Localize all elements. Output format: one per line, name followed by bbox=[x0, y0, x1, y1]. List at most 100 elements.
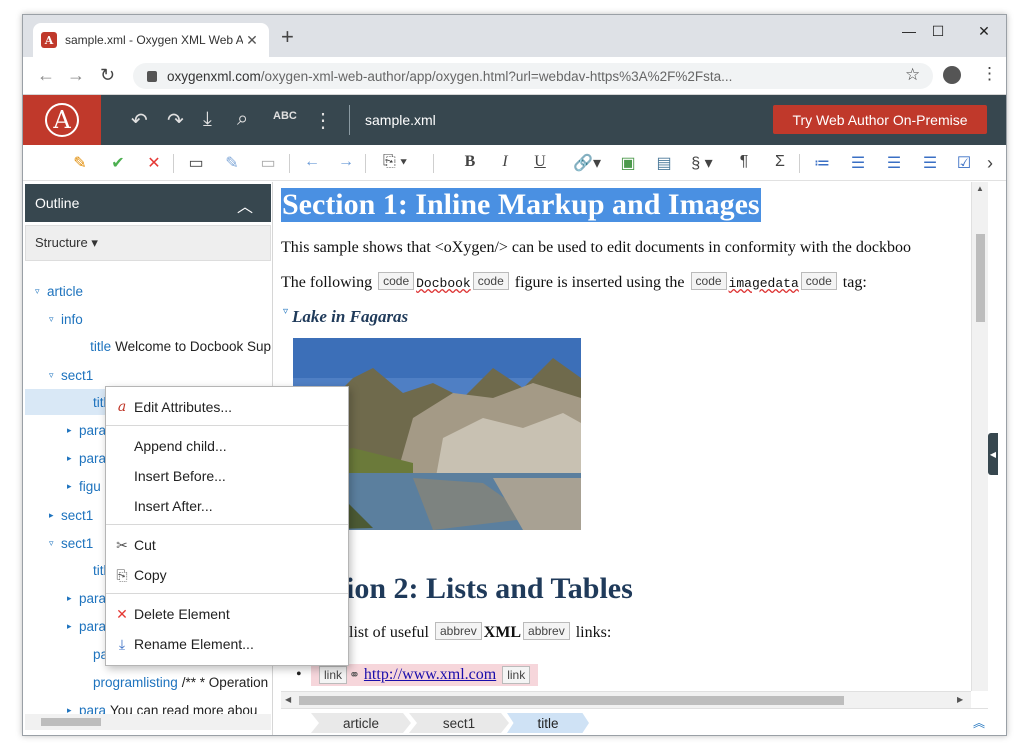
new-tab-icon[interactable]: + bbox=[281, 26, 294, 48]
expand-arrow-icon[interactable]: ▸ bbox=[67, 425, 79, 436]
reject-change-icon[interactable]: ✕ bbox=[143, 153, 165, 173]
track-changes-icon[interactable]: ✎ bbox=[69, 153, 91, 173]
insert-section-button[interactable]: § ▾ bbox=[687, 153, 717, 173]
edit-comment-icon[interactable]: ✎ bbox=[221, 153, 243, 173]
try-on-premise-button[interactable]: Try Web Author On-Premise bbox=[773, 105, 987, 134]
paragraph-intro[interactable]: This sample shows that <oXygen/> can be … bbox=[281, 239, 911, 257]
collapse-arrow-icon[interactable]: ▿ bbox=[35, 286, 47, 297]
back-nav-icon[interactable]: ← bbox=[301, 153, 323, 171]
editor-hscrollbar[interactable]: ◀ ▶ bbox=[281, 691, 971, 708]
collapse-arrow-icon[interactable]: ▿ bbox=[49, 370, 61, 381]
find-icon[interactable]: ⌕ bbox=[237, 108, 248, 131]
browser-menu-icon[interactable]: ⋮ bbox=[981, 64, 998, 84]
outline-header[interactable]: Outline ︿ bbox=[25, 184, 271, 222]
insert-equation-button[interactable]: Σ bbox=[769, 153, 791, 171]
tab-close-icon[interactable]: ✕ bbox=[243, 32, 261, 49]
link-list-item[interactable]: link ⚭ http://www.xml.com link bbox=[311, 664, 539, 686]
undo-icon[interactable]: ↶ bbox=[131, 108, 148, 133]
breadcrumb-item-active[interactable]: title bbox=[507, 713, 589, 733]
link-icon[interactable]: 🔗▾ bbox=[569, 153, 605, 173]
browser-tab[interactable]: A sample.xml - Oxygen XML Web A ✕ bbox=[33, 23, 269, 57]
document-editor[interactable]: Section 1: Inline Markup and Images This… bbox=[281, 182, 971, 691]
unordered-list-icon[interactable]: ☰ bbox=[883, 153, 905, 173]
paste-options-icon[interactable]: ⎘ ▾ bbox=[377, 153, 413, 171]
outline-tree-row[interactable]: programlisting/** * Operation bbox=[25, 669, 271, 695]
download-icon[interactable]: ⤓ bbox=[203, 108, 212, 131]
reload-icon[interactable]: ↻ bbox=[100, 65, 115, 86]
expand-arrow-icon[interactable]: ▸ bbox=[67, 481, 79, 492]
variable-list-icon[interactable]: ☰ bbox=[919, 153, 941, 173]
insert-image-icon[interactable]: ▣ bbox=[617, 153, 639, 173]
menu-delete-element[interactable]: ✕ Delete Element bbox=[106, 601, 348, 627]
url-field[interactable]: oxygenxml.com/oxygen-xml-web-author/app/… bbox=[133, 63, 933, 89]
breadcrumb-item[interactable]: sect1 bbox=[409, 713, 509, 733]
ordered-list-icon[interactable]: ☰ bbox=[847, 153, 869, 173]
insert-paragraph-button[interactable]: ¶ bbox=[733, 153, 755, 171]
menu-append-child[interactable]: Append child... bbox=[106, 433, 348, 459]
outline-tree-row[interactable]: ▿ article bbox=[25, 278, 271, 304]
minimize-icon[interactable]: — bbox=[899, 23, 919, 39]
menu-label: Edit Attributes... bbox=[134, 399, 233, 415]
expand-arrow-icon[interactable]: ▸ bbox=[49, 510, 61, 521]
outline-tree-row[interactable]: ▿ sect1 bbox=[25, 362, 271, 388]
redo-icon[interactable]: ↷ bbox=[167, 108, 184, 133]
add-comment-icon[interactable]: ▭ bbox=[185, 153, 207, 173]
expand-arrow-icon[interactable]: ▸ bbox=[67, 621, 79, 632]
profile-avatar-icon[interactable] bbox=[943, 66, 961, 84]
expand-up-icon[interactable]: ︽ bbox=[973, 714, 985, 731]
scroll-up-icon[interactable]: ▲ bbox=[976, 184, 984, 193]
toolbar-more-chevron-icon[interactable]: › bbox=[979, 153, 1001, 174]
oxygen-logo[interactable]: A bbox=[23, 95, 101, 145]
section1-title[interactable]: Section 1: Inline Markup and Images bbox=[281, 188, 761, 222]
collapse-arrow-icon[interactable]: ▿ bbox=[49, 538, 61, 549]
insert-xinclude-icon[interactable]: ▤ bbox=[653, 153, 675, 173]
accept-change-icon[interactable]: ✔ bbox=[107, 153, 129, 173]
comment-reply-icon[interactable]: ▭ bbox=[257, 153, 279, 173]
outline-tree-row[interactable]: ▿ info bbox=[25, 306, 271, 332]
figure-toggle-icon[interactable]: ▿ bbox=[283, 306, 288, 317]
side-panel-toggle-icon[interactable]: ◀ bbox=[988, 433, 998, 475]
sidebar-scroll-thumb[interactable] bbox=[41, 718, 101, 726]
forward-nav-icon[interactable]: → bbox=[335, 153, 357, 171]
figure-caption[interactable]: Lake in Fagaras bbox=[292, 307, 408, 327]
back-arrow-icon[interactable]: ← bbox=[37, 65, 55, 86]
bold-button[interactable]: B bbox=[459, 153, 481, 171]
editor-hscroll-thumb[interactable] bbox=[299, 696, 844, 705]
outline-tree-row[interactable]: title Welcome to Docbook Sup bbox=[25, 333, 271, 359]
sidebar-hscrollbar[interactable] bbox=[25, 714, 271, 730]
breadcrumb-item[interactable]: article bbox=[311, 713, 411, 733]
paragraph-figure-info[interactable]: The following code Docbook code figure is … bbox=[281, 272, 867, 292]
maximize-icon[interactable]: ☐ bbox=[928, 23, 948, 40]
structure-dropdown[interactable]: Structure ▾ bbox=[25, 225, 271, 261]
spellcheck-icon[interactable]: ABC bbox=[273, 110, 297, 122]
menu-insert-before[interactable]: Insert Before... bbox=[106, 463, 348, 489]
scroll-right-icon[interactable]: ▶ bbox=[957, 695, 963, 704]
editor-vscroll-thumb[interactable] bbox=[976, 234, 985, 322]
xml-com-link[interactable]: http://www.xml.com bbox=[364, 666, 496, 684]
section2-title[interactable]: ion 2: Lists and Tables bbox=[346, 572, 633, 606]
scroll-left-icon[interactable]: ◀ bbox=[285, 695, 291, 704]
collapse-arrow-icon[interactable]: ▿ bbox=[49, 314, 61, 325]
italic-button[interactable]: I bbox=[494, 153, 516, 171]
url-path: /oxygen-xml-web-author/app/oxygen.html?u… bbox=[260, 68, 733, 84]
p2-text-b: figure is inserted using the bbox=[514, 274, 685, 291]
outline-tag-name: para bbox=[79, 618, 107, 634]
menu-edit-attributes[interactable]: a Edit Attributes... bbox=[106, 394, 348, 420]
expand-arrow-icon[interactable]: ▸ bbox=[67, 593, 79, 604]
insert-list-item-icon[interactable]: ≔ bbox=[811, 153, 833, 173]
menu-cut[interactable]: ✂ Cut bbox=[106, 532, 348, 558]
editing-toolbar: ✎ ✔ ✕ ▭ ✎ ▭ ← → ⎘ ▾ B I U 🔗▾ ▣ ▤ § ▾ ¶ Σ… bbox=[23, 145, 1006, 181]
bookmark-star-icon[interactable]: ☆ bbox=[905, 65, 920, 85]
more-actions-icon[interactable]: ⋮ bbox=[313, 108, 333, 133]
close-window-icon[interactable]: ✕ bbox=[974, 23, 994, 40]
expand-arrow-icon[interactable]: ▸ bbox=[67, 453, 79, 464]
editor-vscrollbar[interactable]: ▲ bbox=[971, 182, 988, 691]
paragraph-links-intro[interactable]: list of useful abbrev XML abbrev links: bbox=[349, 622, 611, 642]
menu-copy[interactable]: ⎘ Copy bbox=[106, 562, 348, 588]
underline-button[interactable]: U bbox=[529, 153, 551, 171]
collapse-chevron-icon[interactable]: ︿ bbox=[237, 193, 253, 217]
forward-arrow-icon[interactable]: → bbox=[67, 65, 85, 86]
menu-rename-element[interactable]: ⤓ Rename Element... bbox=[106, 631, 348, 657]
checklist-icon[interactable]: ☑ bbox=[953, 153, 975, 173]
menu-insert-after[interactable]: Insert After... bbox=[106, 493, 348, 519]
